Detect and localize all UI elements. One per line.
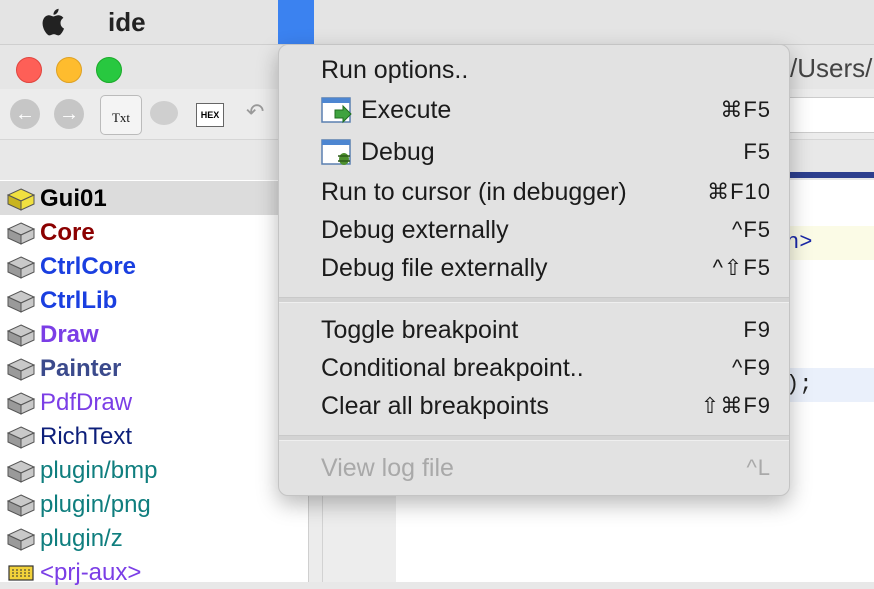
package-icon xyxy=(6,290,36,313)
menu-item-shortcut: ⇧⌘F9 xyxy=(700,393,771,418)
menu-item-shortcut: ⌘F10 xyxy=(707,179,771,204)
menu-item-run-options[interactable]: Run options.. xyxy=(279,52,789,88)
menu-item-shortcut: ^L xyxy=(746,455,771,480)
package-icon xyxy=(6,358,36,381)
package-label: Painter xyxy=(40,355,122,382)
menu-item-shortcut: ^⇧F5 xyxy=(712,255,771,280)
apple-icon[interactable] xyxy=(40,6,70,38)
debug-icon xyxy=(321,139,351,165)
package-item[interactable]: RichText xyxy=(0,419,308,453)
package-list: Gui01 Core CtrlCore CtrlLib Draw Painter PdfDr… xyxy=(0,180,309,586)
package-icon xyxy=(6,256,36,279)
package-label: PdfDraw xyxy=(40,389,133,416)
menu-separator xyxy=(279,435,789,441)
package-item[interactable]: PdfDraw xyxy=(0,385,308,419)
menu-item-debug-file-externally[interactable]: Debug file externally ^⇧F5 xyxy=(279,250,789,286)
package-icon xyxy=(6,222,36,245)
package-icon xyxy=(6,392,36,415)
menu-item-label: Debug xyxy=(361,138,435,166)
menu-item-shortcut: ^F9 xyxy=(732,355,771,380)
package-label: CtrlLib xyxy=(40,287,118,314)
menu-item-label: Toggle breakpoint xyxy=(321,316,519,344)
hex-view-button[interactable]: HEX xyxy=(196,103,224,127)
menu-item-toggle-breakpoint[interactable]: Toggle breakpoint F9 xyxy=(279,312,789,348)
package-icon xyxy=(6,426,36,449)
menu-item-label: Debug file externally xyxy=(321,254,548,282)
txt-label: Txt xyxy=(111,110,131,125)
code-line-highlighted[interactable]: ); xyxy=(786,368,874,402)
package-label: CtrlCore xyxy=(40,253,137,280)
package-label: plugin/png xyxy=(40,491,151,518)
menu-item-label: Run to cursor (in debugger) xyxy=(321,178,627,206)
menu-item-debug-externally[interactable]: Debug externally ^F5 xyxy=(279,212,789,248)
menu-item-conditional-breakpoint[interactable]: Conditional breakpoint.. ^F9 xyxy=(279,350,789,386)
menu-item-shortcut: ^F5 xyxy=(732,217,771,242)
menu-item-label: Clear all breakpoints xyxy=(321,392,549,420)
menu-bar: ide xyxy=(0,0,874,45)
menu-item-run-to-cursor[interactable]: Run to cursor (in debugger) ⌘F10 xyxy=(279,174,789,210)
menu-item-shortcut: F5 xyxy=(743,139,771,164)
package-label: Core xyxy=(40,219,95,246)
undo-icon[interactable]: ↶ xyxy=(246,99,264,125)
package-item[interactable]: Painter xyxy=(0,351,308,385)
back-arrow-icon[interactable]: ← xyxy=(10,99,40,129)
package-item[interactable]: plugin/z xyxy=(0,521,308,555)
package-item[interactable]: plugin/png xyxy=(0,487,308,521)
main-package-icon xyxy=(6,188,36,211)
package-label: RichText xyxy=(40,423,133,450)
package-label: Gui01 xyxy=(40,185,107,212)
active-menu-title[interactable] xyxy=(278,0,314,44)
palette-icon[interactable] xyxy=(150,101,178,125)
package-label: <prj-aux> xyxy=(40,559,142,586)
package-item[interactable]: CtrlLib xyxy=(0,283,308,317)
package-label: Draw xyxy=(40,321,99,348)
package-label: plugin/z xyxy=(40,525,123,552)
package-item[interactable]: plugin/bmp xyxy=(0,453,308,487)
menu-item-execute[interactable]: Execute ⌘F5 xyxy=(279,92,789,128)
package-icon xyxy=(6,528,36,551)
forward-arrow-icon[interactable]: → xyxy=(54,99,84,129)
menu-item-shortcut: F9 xyxy=(743,317,771,342)
package-icon xyxy=(6,494,36,517)
code-line[interactable]: h> xyxy=(786,226,874,260)
package-icon xyxy=(6,324,36,347)
close-window-button[interactable] xyxy=(16,57,42,83)
editor-tab-field[interactable] xyxy=(786,97,874,133)
txt-view-button[interactable]: Txt xyxy=(100,95,142,135)
package-item[interactable]: Core xyxy=(0,215,308,249)
menu-item-label: Execute xyxy=(361,96,452,124)
package-item[interactable]: Draw xyxy=(0,317,308,351)
minimize-window-button[interactable] xyxy=(56,57,82,83)
package-item[interactable]: CtrlCore xyxy=(0,249,308,283)
package-label: plugin/bmp xyxy=(40,457,158,484)
menu-item-label: Run options.. xyxy=(321,56,469,84)
menu-separator xyxy=(279,297,789,303)
menu-item-debug[interactable]: Debug F5 xyxy=(279,134,789,170)
package-item[interactable]: Gui01 xyxy=(0,181,308,215)
window-title: /Users/ xyxy=(790,53,873,83)
menu-item-view-log-file: View log file ^L xyxy=(279,450,789,486)
zoom-window-button[interactable] xyxy=(96,57,122,83)
aux-package-icon xyxy=(8,565,34,581)
execute-icon xyxy=(321,97,352,124)
app-name-menu[interactable]: ide xyxy=(108,7,146,38)
debug-dropdown-menu: Run options.. Execute ⌘F5 Debug F5 Run t… xyxy=(278,44,790,496)
package-icon xyxy=(6,460,36,483)
menu-item-shortcut: ⌘F5 xyxy=(720,97,771,122)
menu-item-label: Conditional breakpoint.. xyxy=(321,354,584,382)
menu-item-clear-all-breakpoints[interactable]: Clear all breakpoints ⇧⌘F9 xyxy=(279,388,789,424)
editor-tab-underline xyxy=(786,172,874,178)
package-item[interactable]: <prj-aux> xyxy=(0,555,308,589)
menu-item-label: View log file xyxy=(321,454,454,482)
menu-item-label: Debug externally xyxy=(321,216,509,244)
